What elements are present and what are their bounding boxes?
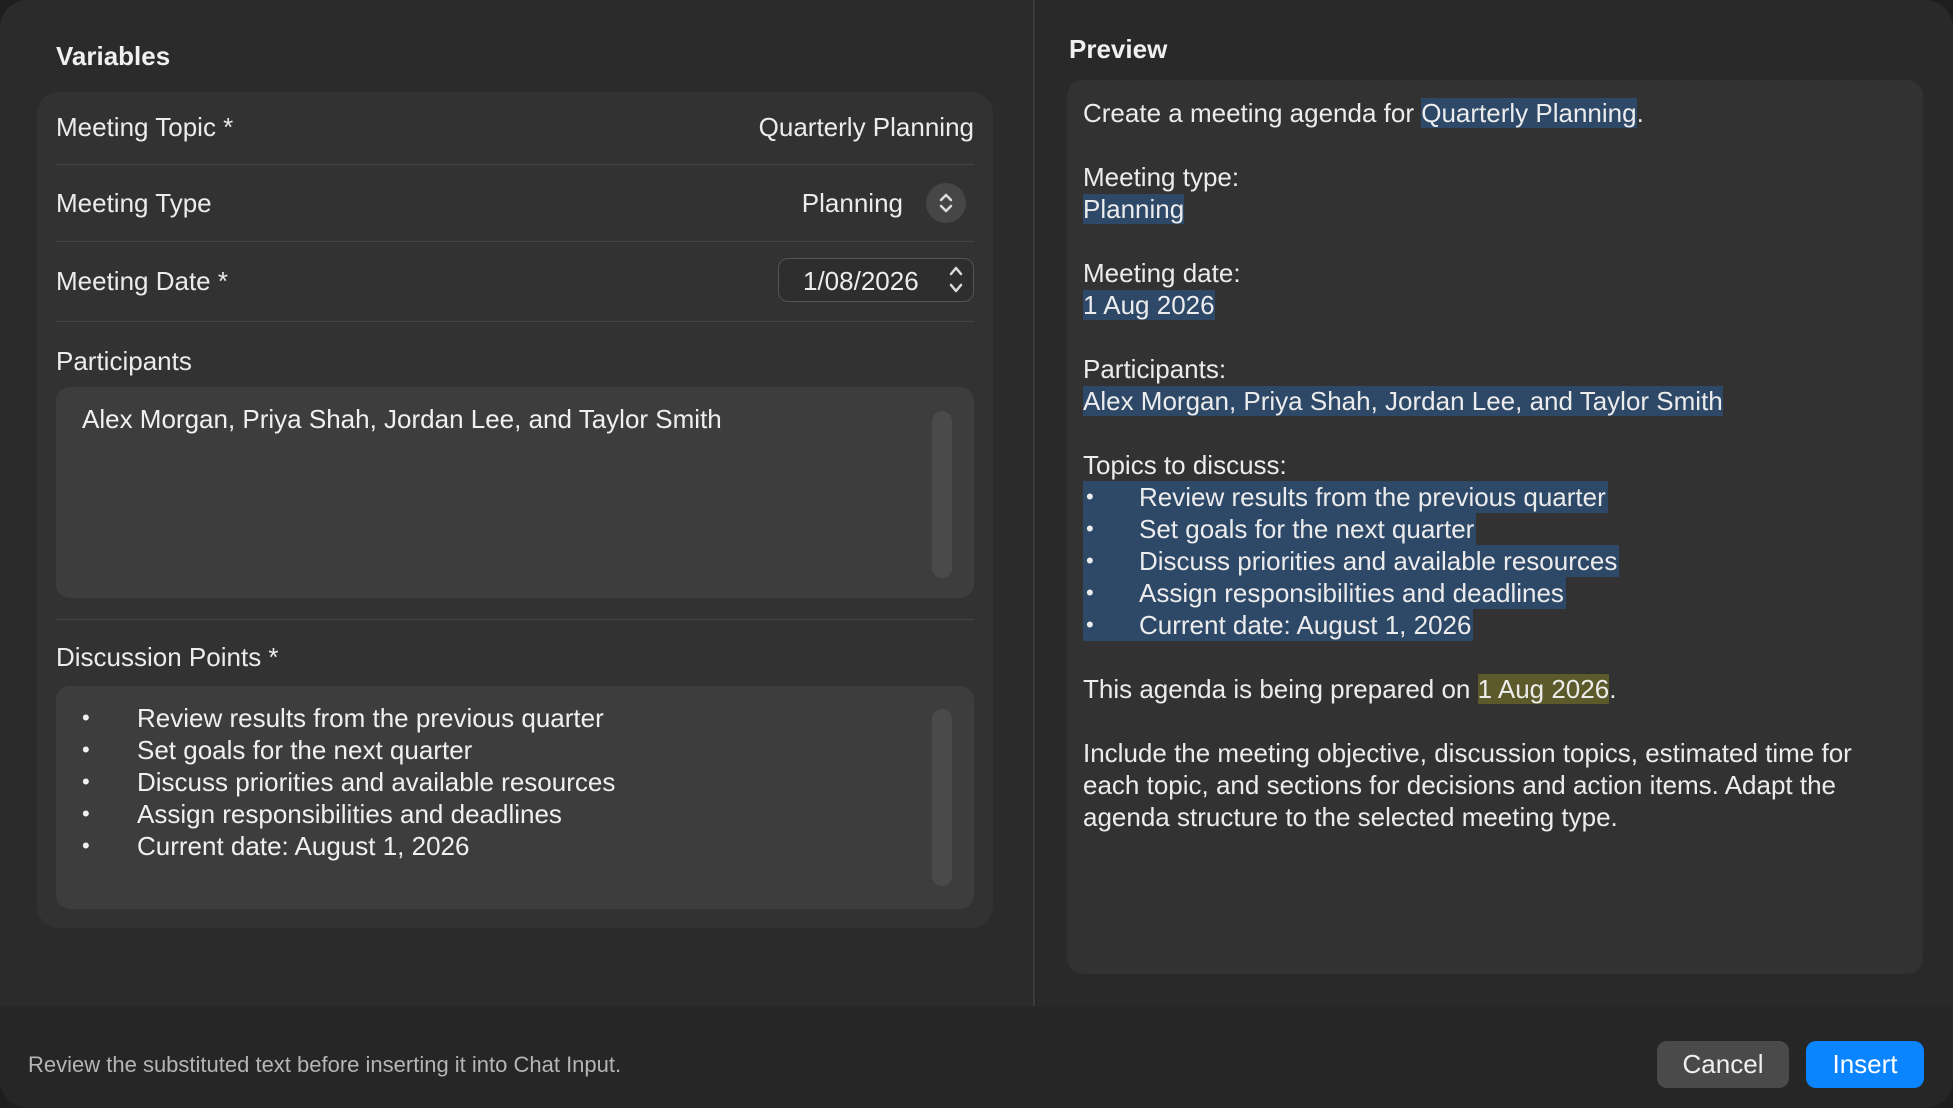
footer-hint: Review the substituted text before inser… — [28, 1052, 622, 1077]
list-item: Set goals for the next quarter — [56, 734, 615, 766]
meeting-type-row: Meeting Type Planning — [56, 165, 974, 242]
preview-intro-line: Create a meeting agenda for Quarterly Pl… — [1083, 97, 1913, 129]
preview-instructions: Include the meeting objective, discussio… — [1083, 738, 1852, 832]
variables-card: Meeting Topic * Quarterly Planning Meeti… — [37, 92, 993, 928]
participants-textarea[interactable]: Alex Morgan, Priya Shah, Jordan Lee, and… — [56, 387, 974, 598]
list-item: Discuss priorities and available resourc… — [1083, 545, 1913, 577]
discussion-points-list: Review results from the previous quarter… — [56, 702, 615, 862]
preview-topic-text: Review results from the previous quarter — [1139, 481, 1608, 513]
meeting-topic-row: Meeting Topic * Quarterly Planning — [56, 92, 974, 165]
list-item: Assign responsibilities and deadlines — [56, 798, 615, 830]
preview-topic-text: Assign responsibilities and deadlines — [1139, 577, 1566, 609]
preview-topic-text: Discuss priorities and available resourc… — [1139, 545, 1620, 577]
preview-participants-label: Participants: — [1083, 354, 1227, 384]
preview-prepared-date-highlight: 1 Aug 2026 — [1477, 674, 1610, 704]
preview-intro-text: Create a meeting agenda for — [1083, 98, 1422, 128]
preview-type-highlight: Planning — [1083, 194, 1185, 224]
preview-participants-highlight: Alex Morgan, Priya Shah, Jordan Lee, and… — [1083, 386, 1723, 416]
preview-topics-label: Topics to discuss: — [1083, 450, 1287, 480]
list-item: Current date: August 1, 2026 — [1083, 609, 1913, 641]
discussion-points-scrollbar[interactable] — [932, 709, 952, 886]
preview-pane: Preview Create a meeting agenda for Quar… — [1037, 0, 1953, 1006]
participants-scrollbar[interactable] — [932, 411, 952, 578]
list-item: Set goals for the next quarter — [1083, 513, 1913, 545]
meeting-type-chevron-up-down-icon[interactable] — [926, 183, 966, 223]
meeting-date-value: 1/08/2026 — [803, 266, 919, 296]
variables-pane: Variables Meeting Topic * Quarterly Plan… — [0, 0, 1035, 1006]
meeting-topic-field[interactable]: Quarterly Planning — [759, 112, 974, 143]
variables-title: Variables — [56, 41, 171, 71]
cancel-button[interactable]: Cancel — [1657, 1041, 1789, 1088]
preview-topics-list: Review results from the previous quarter… — [1083, 481, 1913, 641]
meeting-date-field[interactable]: 1/08/2026 — [778, 258, 974, 302]
preview-topic-highlight: Quarterly Planning — [1421, 98, 1637, 128]
meeting-date-label: Meeting Date * — [56, 266, 228, 296]
insert-button[interactable]: Insert — [1806, 1041, 1924, 1088]
date-stepper-icon[interactable] — [947, 261, 965, 306]
list-item: Current date: August 1, 2026 — [56, 830, 615, 862]
list-item: Discuss priorities and available resourc… — [56, 766, 615, 798]
preview-topic-text: Current date: August 1, 2026 — [1139, 609, 1474, 641]
preview-text-area: Create a meeting agenda for Quarterly Pl… — [1067, 80, 1923, 974]
preview-date-label: Meeting date: — [1083, 258, 1241, 288]
template-variables-dialog: Variables Meeting Topic * Quarterly Plan… — [0, 0, 1953, 1108]
list-item: Assign responsibilities and deadlines — [1083, 577, 1913, 609]
preview-topics-block: Topics to discuss: Review results from t… — [1083, 449, 1913, 641]
preview-prepared-period: . — [1609, 674, 1617, 704]
preview-prepared-text: This agenda is being prepared on — [1083, 674, 1478, 704]
preview-type-block: Meeting type: Planning — [1083, 161, 1913, 225]
discussion-points-textarea[interactable]: Review results from the previous quarter… — [56, 686, 974, 909]
list-item: Review results from the previous quarter — [1083, 481, 1913, 513]
preview-participants-block: Participants: Alex Morgan, Priya Shah, J… — [1083, 353, 1913, 417]
meeting-type-select[interactable]: Planning — [802, 188, 903, 219]
preview-date-block: Meeting date: 1 Aug 2026 — [1083, 257, 1913, 321]
participants-label: Participants — [56, 346, 192, 376]
preview-type-label: Meeting type: — [1083, 162, 1240, 192]
preview-intro-period: . — [1636, 98, 1644, 128]
preview-date-highlight: 1 Aug 2026 — [1083, 290, 1215, 320]
meeting-type-label: Meeting Type — [56, 188, 212, 218]
discussion-points-label: Discussion Points * — [56, 642, 279, 672]
list-item: Review results from the previous quarter — [56, 702, 615, 734]
meeting-topic-label: Meeting Topic * — [56, 112, 234, 142]
preview-topic-text: Set goals for the next quarter — [1139, 513, 1477, 545]
meeting-date-row: Meeting Date * 1/08/2026 — [56, 242, 974, 322]
preview-title: Preview — [1069, 34, 1168, 64]
participants-text: Alex Morgan, Priya Shah, Jordan Lee, and… — [82, 404, 722, 434]
preview-prepared-line: This agenda is being prepared on 1 Aug 2… — [1083, 673, 1913, 705]
